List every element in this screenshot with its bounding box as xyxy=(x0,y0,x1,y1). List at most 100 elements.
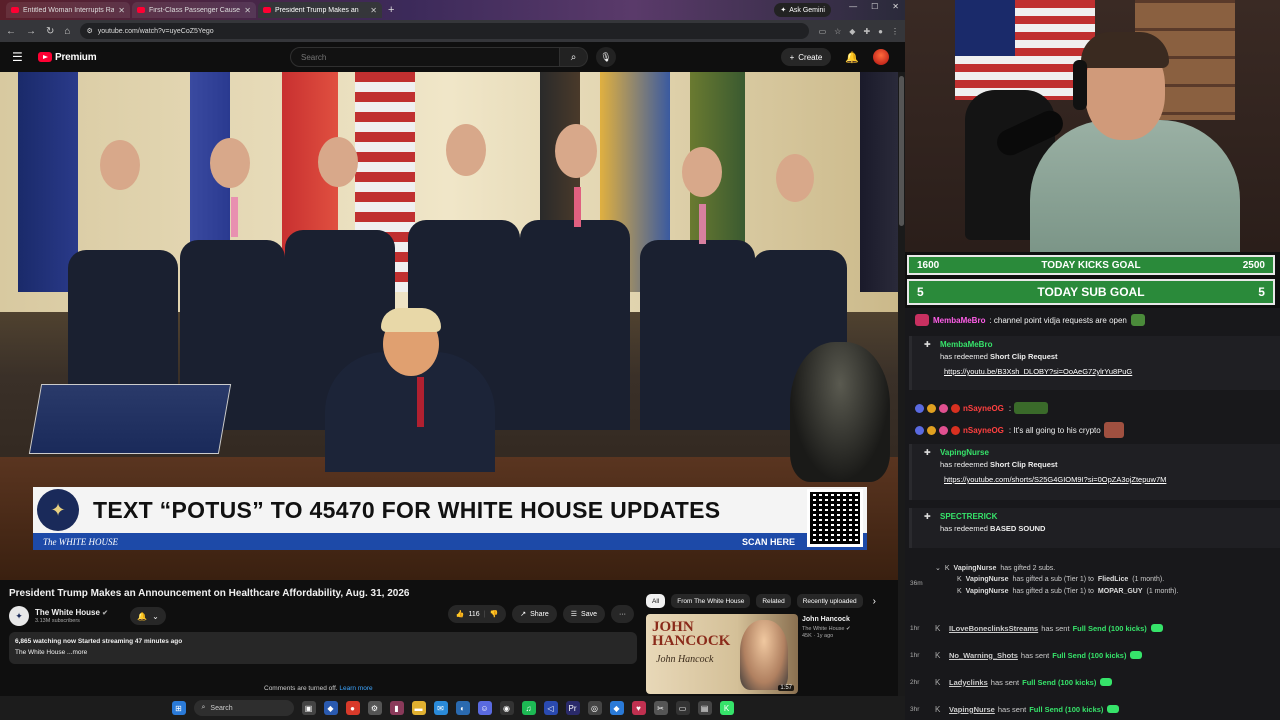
close-tab-icon[interactable]: ✕ xyxy=(118,6,125,15)
chip-all[interactable]: All xyxy=(646,594,666,608)
redeem-username[interactable]: VapingNurse xyxy=(940,448,1280,457)
discord-icon[interactable]: ☺ xyxy=(477,701,492,715)
share-button[interactable]: ↗ Share xyxy=(512,605,557,623)
related-video-title[interactable]: John Hancock xyxy=(802,616,851,623)
chevron-down-icon[interactable]: ⌄ xyxy=(935,564,941,572)
gift-target[interactable]: FliedLice xyxy=(1098,576,1128,583)
menu-dots-icon[interactable]: ⋮ xyxy=(891,27,899,36)
windows-start-icon[interactable]: ⊞ xyxy=(171,701,186,715)
url-field[interactable]: ⚙ youtube.com/watch?v=uyeCoZ5Yego xyxy=(80,23,809,39)
close-tab-icon[interactable]: ✕ xyxy=(244,6,251,15)
redeem-link[interactable]: https://youtu.be/B3Xsh_DLOBY?si=OoAeG72y… xyxy=(944,367,1132,376)
app-icon[interactable]: ◆ xyxy=(609,701,624,715)
related-video-card[interactable]: JOHN HANCOCK John Hancock 1:57 John Hanc… xyxy=(646,614,896,694)
create-label: Create xyxy=(798,52,823,62)
chip-recently-uploaded[interactable]: Recently uploaded xyxy=(796,594,863,608)
chrome-icon[interactable]: ● xyxy=(345,701,360,715)
account-avatar[interactable] xyxy=(873,49,889,65)
chip-related[interactable]: Related xyxy=(756,594,791,608)
event-username[interactable]: No_Warning_Shots xyxy=(949,651,1018,660)
channel-name[interactable]: The White House ✔ xyxy=(35,608,108,617)
site-info-icon[interactable]: ⚙ xyxy=(86,27,92,35)
folder-icon[interactable]: ▬ xyxy=(411,701,426,715)
obs-icon[interactable]: ◉ xyxy=(499,701,514,715)
chat-username[interactable]: nSayneOG xyxy=(963,426,1004,435)
search-button[interactable]: ⌕ xyxy=(560,47,588,67)
subscription-bell-button[interactable]: 🔔 ⌄ xyxy=(130,607,166,625)
home-icon[interactable]: ⌂ xyxy=(64,26,70,37)
close-window-icon[interactable]: ✕ xyxy=(892,2,899,11)
reward-icon: ✚ xyxy=(924,512,931,521)
event-username[interactable]: Ladyclinks xyxy=(949,678,988,687)
scrollbar-thumb[interactable] xyxy=(899,76,904,226)
gift-username[interactable]: VapingNurse xyxy=(954,565,997,572)
reload-icon[interactable]: ↻ xyxy=(46,26,54,37)
gift-line: ⌄ K VapingNurse has gifted 2 subs. xyxy=(935,564,1055,573)
gift-username[interactable]: VapingNurse xyxy=(966,588,1009,595)
extension-icon[interactable]: ◆ xyxy=(849,27,855,36)
gift-target[interactable]: MOPAR_GUY xyxy=(1098,588,1143,595)
minimize-icon[interactable]: — xyxy=(849,2,857,11)
bookmark-star-icon[interactable]: ☆ xyxy=(834,27,841,36)
spotify-icon[interactable]: ♫ xyxy=(521,701,536,715)
settings-gear-icon[interactable]: ⚙ xyxy=(367,701,382,715)
badge-icon xyxy=(915,425,924,435)
event-username[interactable]: ILoveBoneclinksStreams xyxy=(949,624,1038,633)
related-video-thumbnail[interactable]: JOHN HANCOCK John Hancock 1:57 xyxy=(646,614,798,694)
chevron-right-icon[interactable]: › xyxy=(873,596,876,607)
back-icon[interactable]: ← xyxy=(6,26,16,37)
thumbs-down-icon[interactable]: 👎 xyxy=(489,610,498,618)
video-player[interactable]: ✦ TEXT “POTUS” TO 45470 FOR WHITE HOUSE … xyxy=(0,72,898,580)
snip-icon[interactable]: ✂ xyxy=(653,701,668,715)
learn-more-link[interactable]: Learn more xyxy=(339,685,372,692)
channel-avatar[interactable]: ✦ xyxy=(9,606,29,626)
redeem-username[interactable]: MembaMeBro xyxy=(940,340,1280,349)
event-time: 2hr xyxy=(910,678,920,686)
redeem-link[interactable]: https://youtube.com/shorts/S25G4GIOM9I?s… xyxy=(944,475,1166,484)
terminal-icon[interactable]: ▭ xyxy=(675,701,690,715)
maximize-icon[interactable]: ☐ xyxy=(871,2,878,11)
taskbar-search[interactable]: ⌕ Search xyxy=(193,700,294,716)
browser-tab[interactable]: Entitled Woman Interrupts Rai ✕ xyxy=(6,2,130,18)
search-input[interactable] xyxy=(290,47,560,67)
youtube-logo[interactable]: Premium xyxy=(38,52,97,63)
hamburger-menu-icon[interactable]: ☰ xyxy=(12,50,34,64)
event-username[interactable]: VapingNurse xyxy=(949,705,995,714)
close-tab-icon[interactable]: ✕ xyxy=(370,6,377,15)
mail-icon[interactable]: ✉ xyxy=(433,701,448,715)
app-icon[interactable]: ▤ xyxy=(697,701,712,715)
vscode-icon[interactable]: ◁ xyxy=(543,701,558,715)
puzzle-icon[interactable]: ✚ xyxy=(863,27,870,36)
notifications-bell-icon[interactable]: 🔔 xyxy=(845,51,859,64)
save-button[interactable]: ☰ Save xyxy=(562,605,605,623)
voice-search-button[interactable]: 🎙 xyxy=(596,47,616,67)
task-view-icon[interactable]: ▣ xyxy=(301,701,316,715)
new-tab-button[interactable]: + xyxy=(388,4,394,16)
create-button[interactable]: + Create xyxy=(780,48,832,66)
browser-tab-bar: Entitled Woman Interrupts Rai ✕ First-Cl… xyxy=(0,0,905,20)
copilot-icon[interactable]: ◆ xyxy=(323,701,338,715)
tab-label: Entitled Woman Interrupts Rai xyxy=(23,6,115,14)
ask-gemini-button[interactable]: ✦ Ask Gemini xyxy=(774,3,831,17)
redeem-username[interactable]: SPECTRERICK xyxy=(940,512,1280,521)
gift-username[interactable]: VapingNurse xyxy=(966,576,1009,583)
chat-username[interactable]: MembaMeBro xyxy=(933,316,985,325)
more-actions-button[interactable]: ··· xyxy=(611,605,634,623)
app-icon[interactable]: ▮ xyxy=(389,701,404,715)
description-box[interactable]: 6,865 watching now Started streaming 47 … xyxy=(9,632,637,664)
edge-icon[interactable]: ◐ xyxy=(455,701,470,715)
cast-icon[interactable]: ▭ xyxy=(819,27,827,36)
chip-from-channel[interactable]: From The White House xyxy=(671,594,751,608)
forward-icon[interactable]: → xyxy=(26,26,36,37)
browser-tab[interactable]: First-Class Passenger Causes a ✕ xyxy=(132,2,256,18)
profile-icon[interactable]: ● xyxy=(878,27,883,36)
browser-tab-active[interactable]: President Trump Makes an ✕ xyxy=(258,2,382,18)
like-count: 116 xyxy=(468,610,480,618)
kick-app-icon[interactable]: K xyxy=(719,701,734,715)
pin-icon[interactable]: ♥ xyxy=(631,701,646,715)
like-button[interactable]: 👍 116 | 👎 xyxy=(447,605,507,623)
chat-username[interactable]: nSayneOG xyxy=(963,404,1004,413)
premiere-icon[interactable]: Pr xyxy=(565,701,580,715)
page-scrollbar[interactable] xyxy=(898,72,905,696)
steam-icon[interactable]: ◎ xyxy=(587,701,602,715)
